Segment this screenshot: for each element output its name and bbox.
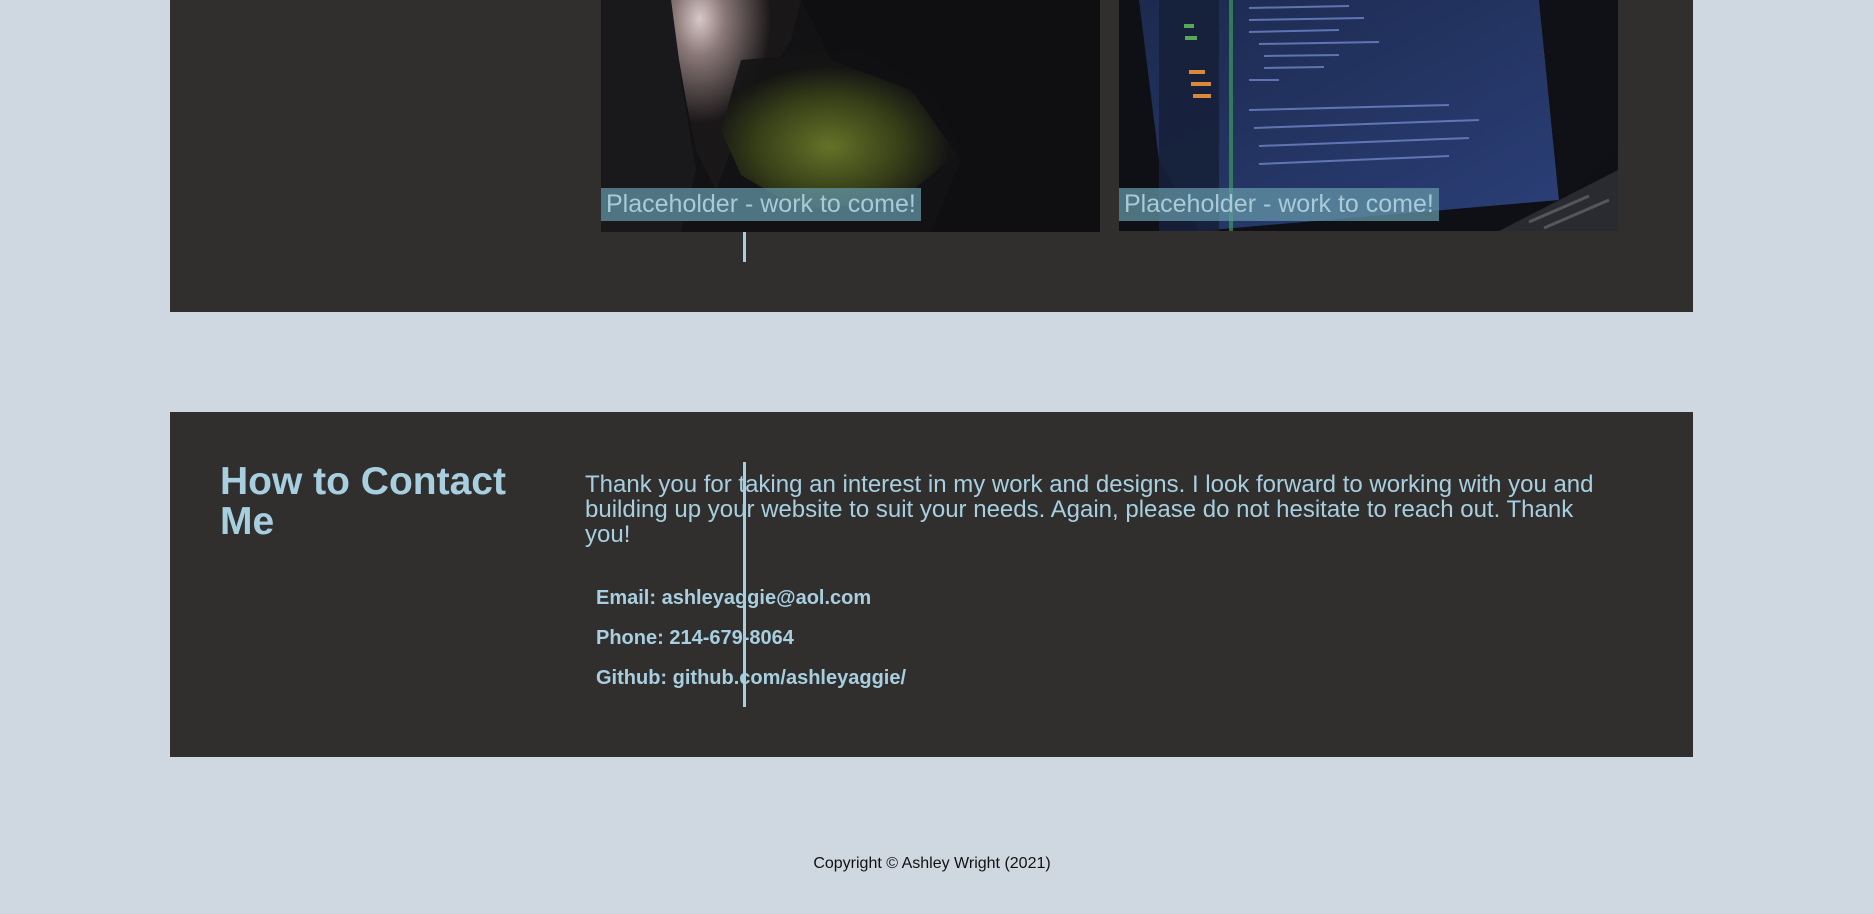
card-caption: Placeholder - work to come! xyxy=(601,188,921,221)
portfolio-section: Placeholder - work to come! Placeholder … xyxy=(170,0,1693,312)
portfolio-card-2[interactable]: Placeholder - work to come! xyxy=(1119,0,1618,231)
contact-phone[interactable]: Phone: 214-679-8064 xyxy=(596,626,794,650)
contact-github-link[interactable]: Github: github.com/ashleyaggie/ xyxy=(596,666,906,690)
card-caption: Placeholder - work to come! xyxy=(1119,188,1439,221)
contact-section: How to Contact Me Thank you for taking a… xyxy=(170,412,1693,757)
portfolio-card-1[interactable]: Placeholder - work to come! xyxy=(601,0,1100,232)
contact-intro-text: Thank you for taking an interest in my w… xyxy=(585,471,1594,548)
footer-copyright: Copyright © Ashley Wright (2021) xyxy=(813,855,1051,872)
contact-email[interactable]: Email: ashleyaggie@aol.com xyxy=(596,586,871,610)
contact-heading: How to Contact Me xyxy=(220,460,506,543)
